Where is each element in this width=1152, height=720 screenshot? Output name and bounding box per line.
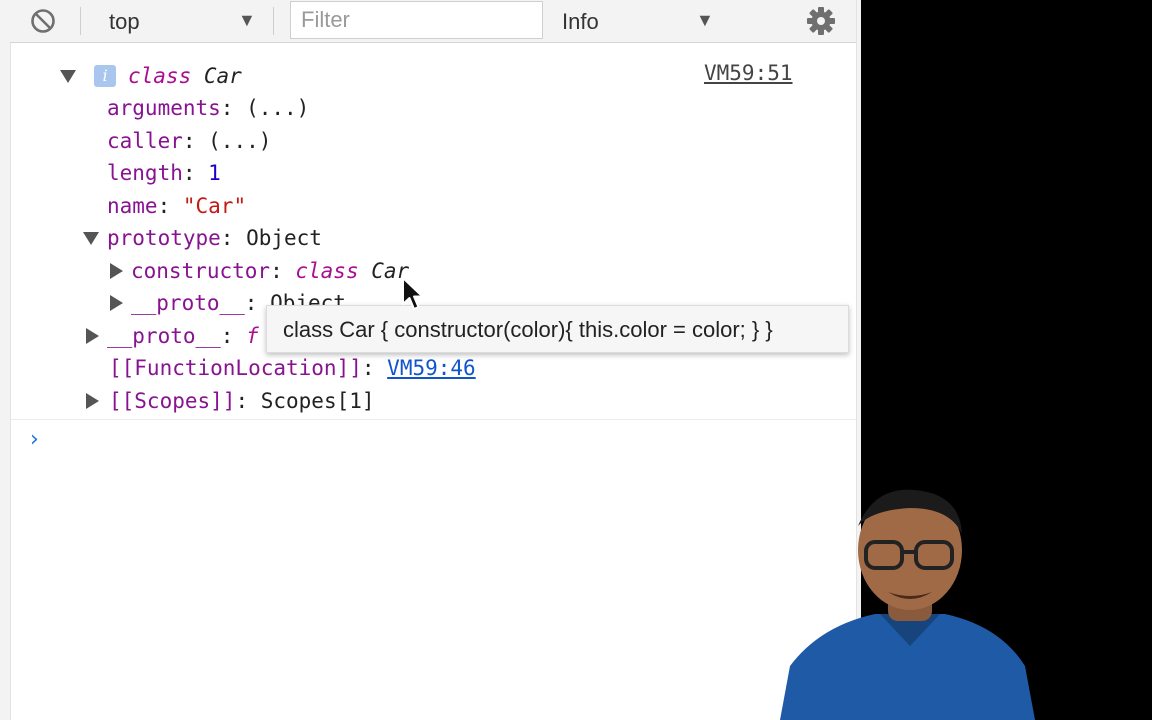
property-key: caller [107,129,183,153]
expand-triangle-icon[interactable] [110,263,123,279]
property-value: "Car" [182,194,247,218]
property-key: __proto__ [131,291,245,315]
presenter-webcam-image [780,489,1035,720]
property-name: name: "Car" [107,194,247,218]
class-name: Car [203,64,242,88]
property-caller: caller: (...) [107,129,272,153]
property-key: length [107,161,183,185]
function-source-tooltip: class Car { constructor(color){ this.col… [266,305,849,353]
expand-triangle-icon[interactable] [110,295,123,311]
expand-triangle-icon[interactable] [86,393,99,409]
context-selector[interactable]: top ▼ [90,0,270,42]
devtools-console-panel: top ▼ Info ▼ VM59:51 [0,0,861,720]
class-keyword: class [128,64,192,88]
info-icon: i [94,65,116,87]
mouse-cursor-icon [402,277,424,310]
gear-icon[interactable] [806,6,836,36]
property-key: name [107,194,158,218]
log-level-selector[interactable]: Info ▼ [556,0,726,42]
expand-triangle-icon[interactable] [86,328,99,344]
property-scopes[interactable]: [[Scopes]]: Scopes[1] [109,388,375,414]
chevron-down-icon: ▼ [696,10,714,30]
property-prototype[interactable]: prototype: Object [107,225,322,251]
property-proto-outer[interactable]: __proto__: f [107,323,259,349]
clear-console-icon[interactable] [30,8,56,34]
log-level-label: Info [562,9,599,34]
class-keyword: class [295,259,359,283]
function-location-link[interactable]: VM59:46 [387,356,476,380]
property-key: prototype [107,226,221,250]
toolbar-separator [80,7,81,35]
property-value[interactable]: (...) [246,96,309,120]
source-location-link[interactable]: VM59:51 [704,61,793,85]
collapse-triangle-icon[interactable] [83,232,99,245]
property-key: [[FunctionLocation]] [109,356,362,380]
filter-input[interactable] [290,1,543,39]
property-value: 1 [208,161,221,185]
property-value[interactable]: (...) [208,129,271,153]
property-key: [[Scopes]] [109,389,236,413]
property-key: arguments [107,96,221,120]
console-output: VM59:51 i class Car arguments: (...) cal… [10,43,856,720]
property-value: f [246,324,259,348]
console-divider [10,419,856,420]
toolbar-separator [273,7,274,35]
property-function-location: [[FunctionLocation]]: VM59:46 [109,356,476,380]
property-length: length: 1 [107,161,221,185]
property-value: Object [246,226,322,250]
property-constructor[interactable]: constructor: class Car [131,258,409,284]
console-toolbar: top ▼ Info ▼ [10,0,856,43]
property-value: Scopes[1] [260,389,375,413]
chevron-down-icon: ▼ [238,10,256,30]
property-arguments: arguments: (...) [107,96,310,120]
property-key: constructor [131,259,271,283]
collapse-triangle-icon[interactable] [60,70,76,83]
context-label: top [109,9,140,34]
console-prompt[interactable]: › [30,427,39,452]
class-header[interactable]: class Car [128,63,242,89]
property-key: __proto__ [107,324,221,348]
